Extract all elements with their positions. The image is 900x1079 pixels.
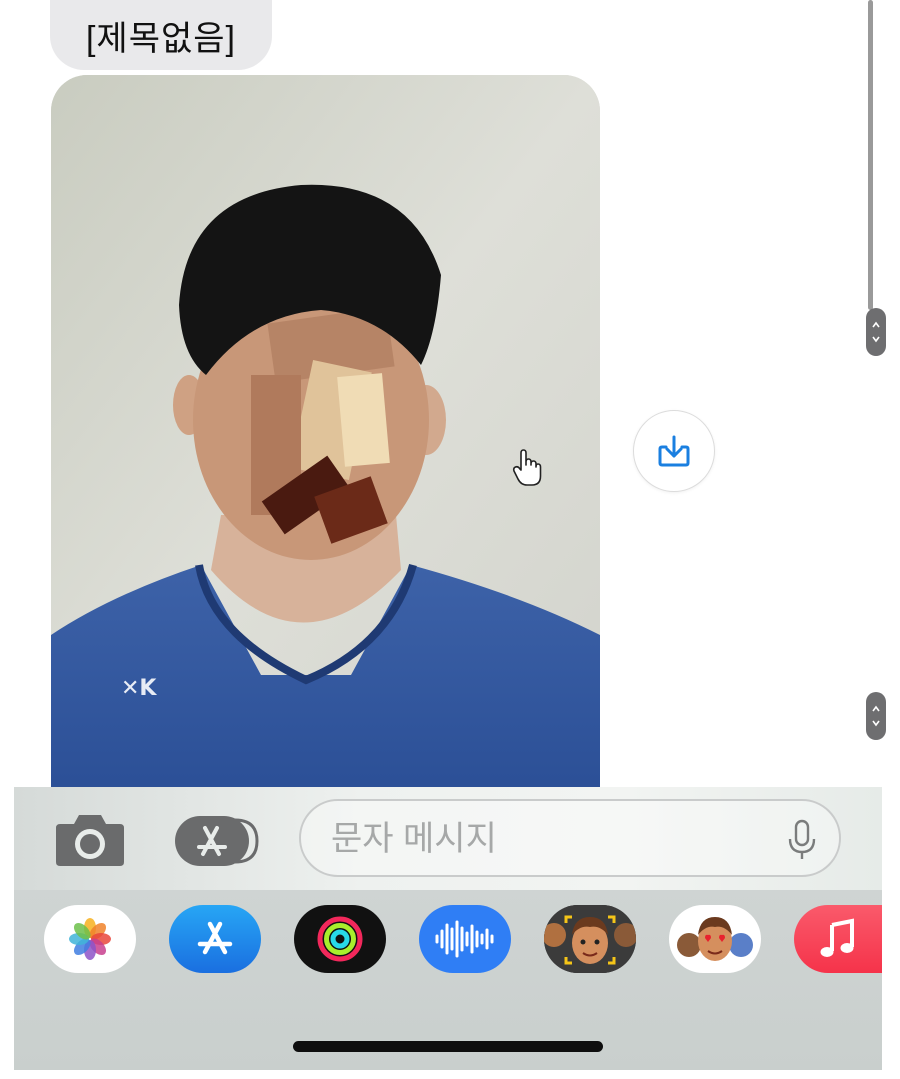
app-store-button[interactable] xyxy=(169,905,261,973)
chevron-up-down-icon xyxy=(872,321,880,343)
save-attachment-button[interactable] xyxy=(633,410,715,492)
microphone-icon[interactable] xyxy=(787,819,817,861)
camera-button[interactable] xyxy=(54,812,126,868)
scrollbar-track[interactable] xyxy=(868,0,873,310)
subject-text: [제목없음] xyxy=(85,19,236,58)
app-store-icon xyxy=(175,816,259,866)
app-music-button[interactable] xyxy=(794,905,882,973)
home-indicator[interactable] xyxy=(293,1041,603,1052)
message-input[interactable] xyxy=(329,815,773,863)
chevron-up-down-icon xyxy=(872,705,880,727)
app-photos-button[interactable] xyxy=(44,905,136,973)
message-subject: [제목없음] xyxy=(50,0,272,70)
app-memoji-button[interactable] xyxy=(544,905,636,973)
app-activity-button[interactable] xyxy=(294,905,386,973)
photos-icon xyxy=(69,918,111,960)
app-store-icon xyxy=(197,921,233,955)
memoji-stickers-icon xyxy=(677,917,753,961)
photo-image: ✕K xyxy=(51,75,600,795)
photo-attachment[interactable]: ✕K xyxy=(51,75,600,795)
scroll-handle-top[interactable] xyxy=(866,308,886,356)
audio-waveform-icon xyxy=(435,920,494,958)
camera-icon xyxy=(56,815,124,866)
music-note-icon xyxy=(820,918,854,957)
hand-cursor-icon xyxy=(512,449,542,486)
memoji-icon xyxy=(544,905,636,973)
svg-text:✕K: ✕K xyxy=(121,676,157,701)
app-memoji-stickers-button[interactable] xyxy=(669,905,761,973)
message-input-field[interactable] xyxy=(299,799,841,877)
apps-button[interactable] xyxy=(175,816,259,866)
scroll-handle-bottom[interactable] xyxy=(866,692,886,740)
activity-rings-icon xyxy=(317,916,363,962)
app-audio-button[interactable] xyxy=(419,905,511,973)
download-icon xyxy=(658,435,690,467)
